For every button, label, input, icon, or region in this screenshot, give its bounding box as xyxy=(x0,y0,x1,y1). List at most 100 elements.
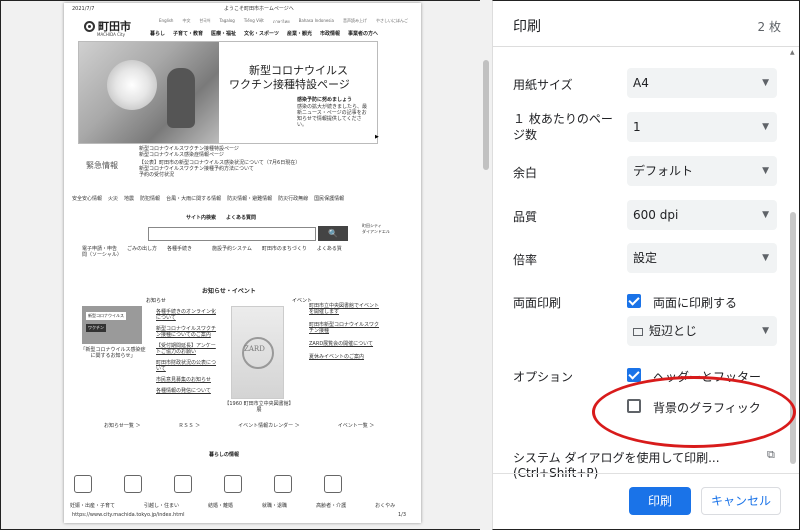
print-button[interactable]: 印刷 xyxy=(629,487,691,515)
news-image: 新型コロナウイルス ワクチン xyxy=(82,306,142,344)
duplex-checkbox[interactable] xyxy=(627,294,641,308)
nav-item: 産業・観光 xyxy=(286,31,312,37)
margins-select[interactable]: デフォルト ▼ xyxy=(627,156,777,186)
preview-date: 2021/7/7 xyxy=(72,6,95,12)
life-label: 結婚・離婚 xyxy=(208,503,234,509)
quality-label: 品質 xyxy=(513,210,538,224)
margins-label: 余白 xyxy=(513,166,538,180)
lang-link: 한국어 xyxy=(199,18,211,23)
scale-select[interactable]: 設定 ▼ xyxy=(627,243,777,273)
safety-label: 安全安心情報 xyxy=(72,196,103,202)
news-header: お知らせ・イベント xyxy=(202,288,256,295)
news-image-caption: 「新型コロナウイルス感染症に関するお知らせ」 xyxy=(80,347,146,359)
chevron-down-icon: ▼ xyxy=(762,122,769,132)
duplex-label: 両面印刷 xyxy=(513,296,562,310)
nav-item: 暮らし xyxy=(150,31,166,37)
safety-item: 火災 xyxy=(108,196,119,202)
language-links: English 中文 한국어 Tagalog Tiếng Việt ภาษาไท… xyxy=(159,18,408,25)
background-graphics-checkbox[interactable] xyxy=(627,399,641,413)
panel-title: 印刷 xyxy=(513,19,541,35)
preview-scroll-thumb[interactable] xyxy=(483,60,489,170)
cancel-button[interactable]: キャンセル xyxy=(701,487,781,515)
quality-select[interactable]: 600 dpi ▼ xyxy=(627,200,777,230)
book-poster: ZARD xyxy=(231,306,284,399)
header-footer-label[interactable]: ヘッダーとフッター xyxy=(653,368,761,385)
pages-per-sheet-select[interactable]: 1 ▼ xyxy=(627,112,777,142)
footer-divider xyxy=(493,473,799,474)
event-item: ZARD展覧会の開催について xyxy=(309,341,374,347)
life-label: おくやみ xyxy=(375,503,396,509)
nav-item: 市政情報 xyxy=(319,31,340,37)
chevron-down-icon: ▼ xyxy=(762,326,769,336)
background-graphics-label[interactable]: 背景のグラフィック xyxy=(653,399,761,416)
news-item: 町田市財政状況の公表について xyxy=(156,360,217,372)
house-icon xyxy=(124,475,142,493)
urgent-label: 緊急情報 xyxy=(86,161,118,170)
hero-photo xyxy=(79,42,219,143)
news-item: 市民意見募集のお知らせ xyxy=(156,377,211,383)
hero-title-line2: ワクチン接種特設ページ xyxy=(229,78,350,91)
duplex-checkbox-label[interactable]: 両面に印刷する xyxy=(653,294,737,311)
search-icon: 🔍 xyxy=(318,226,348,241)
lang-link: ภาษาไทย xyxy=(272,19,290,24)
lang-link: Bahasa Indonesia xyxy=(298,18,334,23)
life-label: 妊娠・出産・子育て xyxy=(70,503,116,509)
search-quick-links: 電子申請・申告 ごみの出し方 各種手続き 施設予約システム 町田市のまちづくり … xyxy=(82,246,342,258)
preview-scrollbar[interactable] xyxy=(480,0,492,530)
safety-item: 国民保護情報 xyxy=(314,196,345,202)
safety-item: 防災行政無線 xyxy=(278,196,309,202)
life-label: 高齢者・介護 xyxy=(316,503,347,509)
more-link: ＲＳＳ ＞ xyxy=(178,423,201,429)
hero-banner: 新型コロナウイルス ワクチン接種特設ページ 感染予防に努めましょう 感染の拡大が… xyxy=(78,41,379,144)
more-link: お知らせ一覧 ＞ xyxy=(104,423,141,429)
site-search-box xyxy=(148,227,316,241)
event-item: 町田市立中央図書館でイベントを開催します xyxy=(309,303,380,315)
pages-per-sheet-label: １ 枚あたりのページ数 xyxy=(513,112,613,142)
binding-icon xyxy=(633,327,643,336)
panel-scroll-thumb[interactable] xyxy=(790,212,796,464)
hero-body: 感染の拡大が続きましたら、最新ニュース・ページの記事をお知らせで情報提供してくだ… xyxy=(297,104,368,128)
page-count: 2 枚 xyxy=(757,20,781,34)
quality-value: 600 dpi xyxy=(633,208,679,222)
panel-scrollbar[interactable]: ▲ xyxy=(789,47,797,471)
system-dialog-link[interactable]: システム ダイアログを使用して印刷... (Ctrl+Shift+P) xyxy=(513,449,799,480)
scale-label: 倍率 xyxy=(513,253,538,267)
life-icons xyxy=(74,475,342,493)
covid-link: 新型コロナウイルス感染症情報ページ xyxy=(139,152,224,158)
header-footer-checkbox[interactable] xyxy=(627,368,641,382)
news-item: 新型コロナウイルスワクチン接種についてのご案内 xyxy=(156,326,217,338)
footer-url: https://www.city.machida.tokyo.jp/index.… xyxy=(72,512,185,518)
covid-links: 新型コロナウイルスワクチン接種特設ページ 新型コロナウイルス感染症情報ページ xyxy=(139,146,239,158)
lang-link: Tiếng Việt xyxy=(243,18,264,23)
more-link: イベント情報カレンダー ＞ xyxy=(238,423,300,429)
paper-size-select[interactable]: A4 ▼ xyxy=(627,68,777,98)
news-image-label: 新型コロナウイルス xyxy=(86,312,126,320)
print-settings-panel: 印刷 2 枚 用紙サイズ A4 ▼ １ 枚あたりのページ数 1 ▼ 余白 デフォ… xyxy=(492,0,800,530)
chevron-down-icon: ▼ xyxy=(762,253,769,263)
paper-size-value: A4 xyxy=(633,76,649,90)
footer-page-number: 1/3 xyxy=(398,512,407,518)
nav-item: 子育て・教育 xyxy=(173,31,204,37)
safety-item: 防犯情報 xyxy=(140,196,161,202)
life-label: 就職・退職 xyxy=(262,503,288,509)
options-label: オプション xyxy=(513,370,574,384)
paper-size-label: 用紙サイズ xyxy=(513,78,573,92)
binding-select[interactable]: 短辺とじ ▼ xyxy=(627,316,777,346)
lang-link: English xyxy=(159,18,174,23)
poster-ring xyxy=(242,337,274,369)
event-item: 町田市新型コロナウイルスワクチン接種 xyxy=(309,322,380,334)
scroll-up-icon[interactable]: ▲ xyxy=(790,49,795,56)
chevron-down-icon: ▼ xyxy=(762,78,769,88)
preview-welcome: ようこそ町田市ホームページへ xyxy=(224,6,294,12)
binding-value: 短辺とじ xyxy=(649,324,698,338)
site-nav: 暮らし 子育て・教育 医療・福祉 文化・スポーツ 産業・観光 市政情報 事業者の… xyxy=(150,30,378,37)
lang-link: Tagalog xyxy=(219,18,235,23)
hero-subtitle: 感染予防に努めましょう xyxy=(297,97,353,103)
news-col-header: お知らせ xyxy=(146,298,166,304)
flower-shape xyxy=(107,60,157,110)
open-external-icon[interactable]: ⧉ xyxy=(767,448,775,462)
ring-icon xyxy=(174,475,192,493)
chevron-down-icon: ▼ xyxy=(762,210,769,220)
panel-header: 印刷 2 枚 xyxy=(493,1,799,47)
nav-item: 医療・福祉 xyxy=(211,31,237,37)
